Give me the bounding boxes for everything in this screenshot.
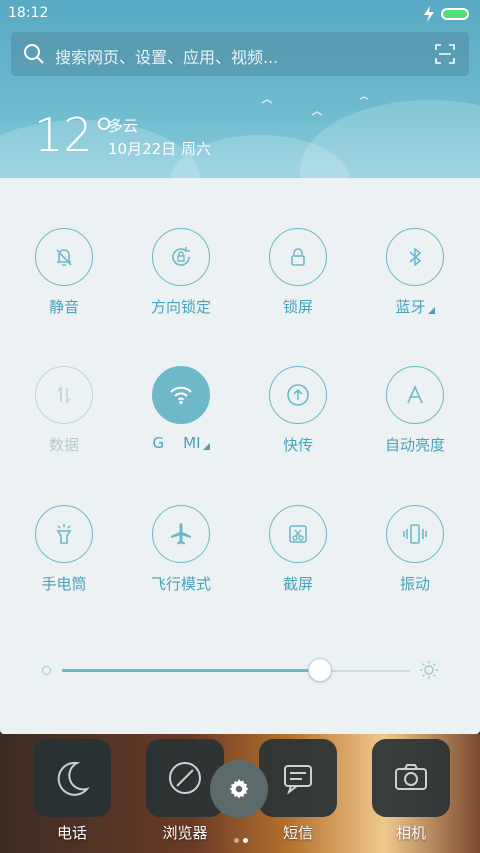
data-arrows-icon [57, 386, 71, 404]
flashlight-icon [56, 524, 72, 544]
toggle-label: 蓝牙 [395, 298, 426, 316]
toggle-circle[interactable] [152, 228, 210, 286]
app-label: 短信 [282, 824, 313, 842]
gear-icon [229, 779, 249, 799]
page-dot [234, 838, 239, 843]
birds-icon [261, 96, 369, 116]
app-label: 相机 [395, 824, 426, 842]
toggle-label: 方向锁定 [150, 298, 211, 316]
app-label: 浏览器 [162, 824, 208, 842]
more-arrow-icon [202, 443, 210, 450]
toggle-airplane[interactable]: 飞行模式 [126, 505, 236, 594]
toggle-label-wrap: 蓝牙 [360, 296, 470, 317]
toggle-circle[interactable] [35, 228, 93, 286]
toggle-circle[interactable] [35, 505, 93, 563]
app-messages[interactable] [259, 739, 337, 817]
search-placeholder: 搜索网页、设置、应用、视频... [55, 48, 279, 67]
toggle-auto-brightness[interactable]: 自动亮度 [360, 366, 470, 455]
vibrate-icon [403, 524, 427, 544]
bell-off-icon [56, 249, 72, 266]
brightness-slider[interactable] [40, 658, 440, 688]
toggle-circle[interactable] [269, 505, 327, 563]
toggle-screenshot[interactable]: 截屏 [243, 505, 353, 594]
toggle-label: 快传 [282, 436, 313, 454]
more-arrow-icon [427, 307, 435, 314]
toggle-label: 手电筒 [41, 575, 87, 593]
toggle-mobile-data[interactable]: 数据 [9, 366, 119, 455]
status-bar: 18:12 [0, 0, 480, 28]
slider-fill [62, 669, 320, 672]
toggle-label-wrap: G MI [126, 434, 236, 452]
toggle-label: G MI [152, 434, 201, 452]
quick-settings-panel: 静音 方向锁定 锁屏 蓝牙 数据 G MI 快传 自动亮度 手电筒 飞行模式 截… [0, 178, 480, 734]
settings-button[interactable] [210, 760, 268, 818]
toggle-circle[interactable] [35, 366, 93, 424]
toggle-circle[interactable] [269, 366, 327, 424]
toggle-lock-screen[interactable]: 锁屏 [243, 228, 353, 317]
toggle-label: 锁屏 [282, 298, 313, 316]
toggle-flashlight[interactable]: 手电筒 [9, 505, 119, 594]
charging-bolt-icon [424, 6, 434, 22]
toggle-circle[interactable] [386, 505, 444, 563]
camera-icon [395, 764, 427, 790]
slider-thumb[interactable] [307, 658, 332, 682]
weather-date: 10月22日 周六 [108, 140, 211, 158]
toggle-silent[interactable]: 静音 [9, 228, 119, 317]
weather-temperature[interactable]: 12° [34, 108, 116, 162]
app-phone[interactable] [33, 739, 111, 817]
app-label: 电话 [56, 824, 87, 842]
upload-circle-icon [287, 384, 309, 406]
toggle-label: 飞行模式 [150, 575, 211, 593]
scan-icon[interactable] [435, 44, 455, 64]
toggle-circle[interactable] [269, 228, 327, 286]
brightness-high-icon [420, 661, 438, 679]
rotation-lock-icon [172, 247, 190, 266]
brightness-low-icon [42, 666, 51, 675]
toggle-circle[interactable] [386, 228, 444, 286]
toggle-label: 振动 [399, 575, 430, 593]
airplane-icon [171, 523, 191, 545]
toggle-label: 截屏 [282, 575, 313, 593]
toggle-bluetooth[interactable]: 蓝牙 [360, 228, 470, 317]
search-bar[interactable]: 搜索网页、设置、应用、视频... [11, 32, 469, 76]
moon-icon [57, 761, 90, 796]
toggle-rotation-lock[interactable]: 方向锁定 [126, 228, 236, 317]
wifi-icon [170, 386, 192, 405]
message-icon [284, 765, 312, 795]
app-camera[interactable] [372, 739, 450, 817]
toggle-label: 自动亮度 [384, 436, 445, 454]
page-indicator [232, 828, 250, 847]
status-time: 18:12 [8, 5, 49, 21]
page-dot-active [243, 838, 248, 843]
lock-icon [291, 248, 305, 266]
toggle-label: 静音 [48, 298, 79, 316]
bluetooth-icon [409, 247, 422, 267]
header-wallpaper: 18:12 搜索网页、设置、应用、视频... 12° 多云 10月22日 周六 [0, 0, 480, 190]
weather-condition: 多云 [108, 117, 139, 135]
search-icon [24, 44, 44, 64]
toggle-circle[interactable] [386, 366, 444, 424]
toggle-wifi[interactable]: G MI [126, 366, 236, 452]
toggle-label: 数据 [48, 436, 79, 454]
toggle-vibrate[interactable]: 振动 [360, 505, 470, 594]
toggle-circle[interactable] [152, 505, 210, 563]
compass-icon [169, 762, 201, 794]
letter-a-icon [407, 385, 423, 404]
toggle-circle[interactable] [152, 366, 210, 424]
battery-icon [441, 8, 469, 20]
screenshot-scissors-icon [289, 525, 307, 543]
toggle-quick-transfer[interactable]: 快传 [243, 366, 353, 455]
